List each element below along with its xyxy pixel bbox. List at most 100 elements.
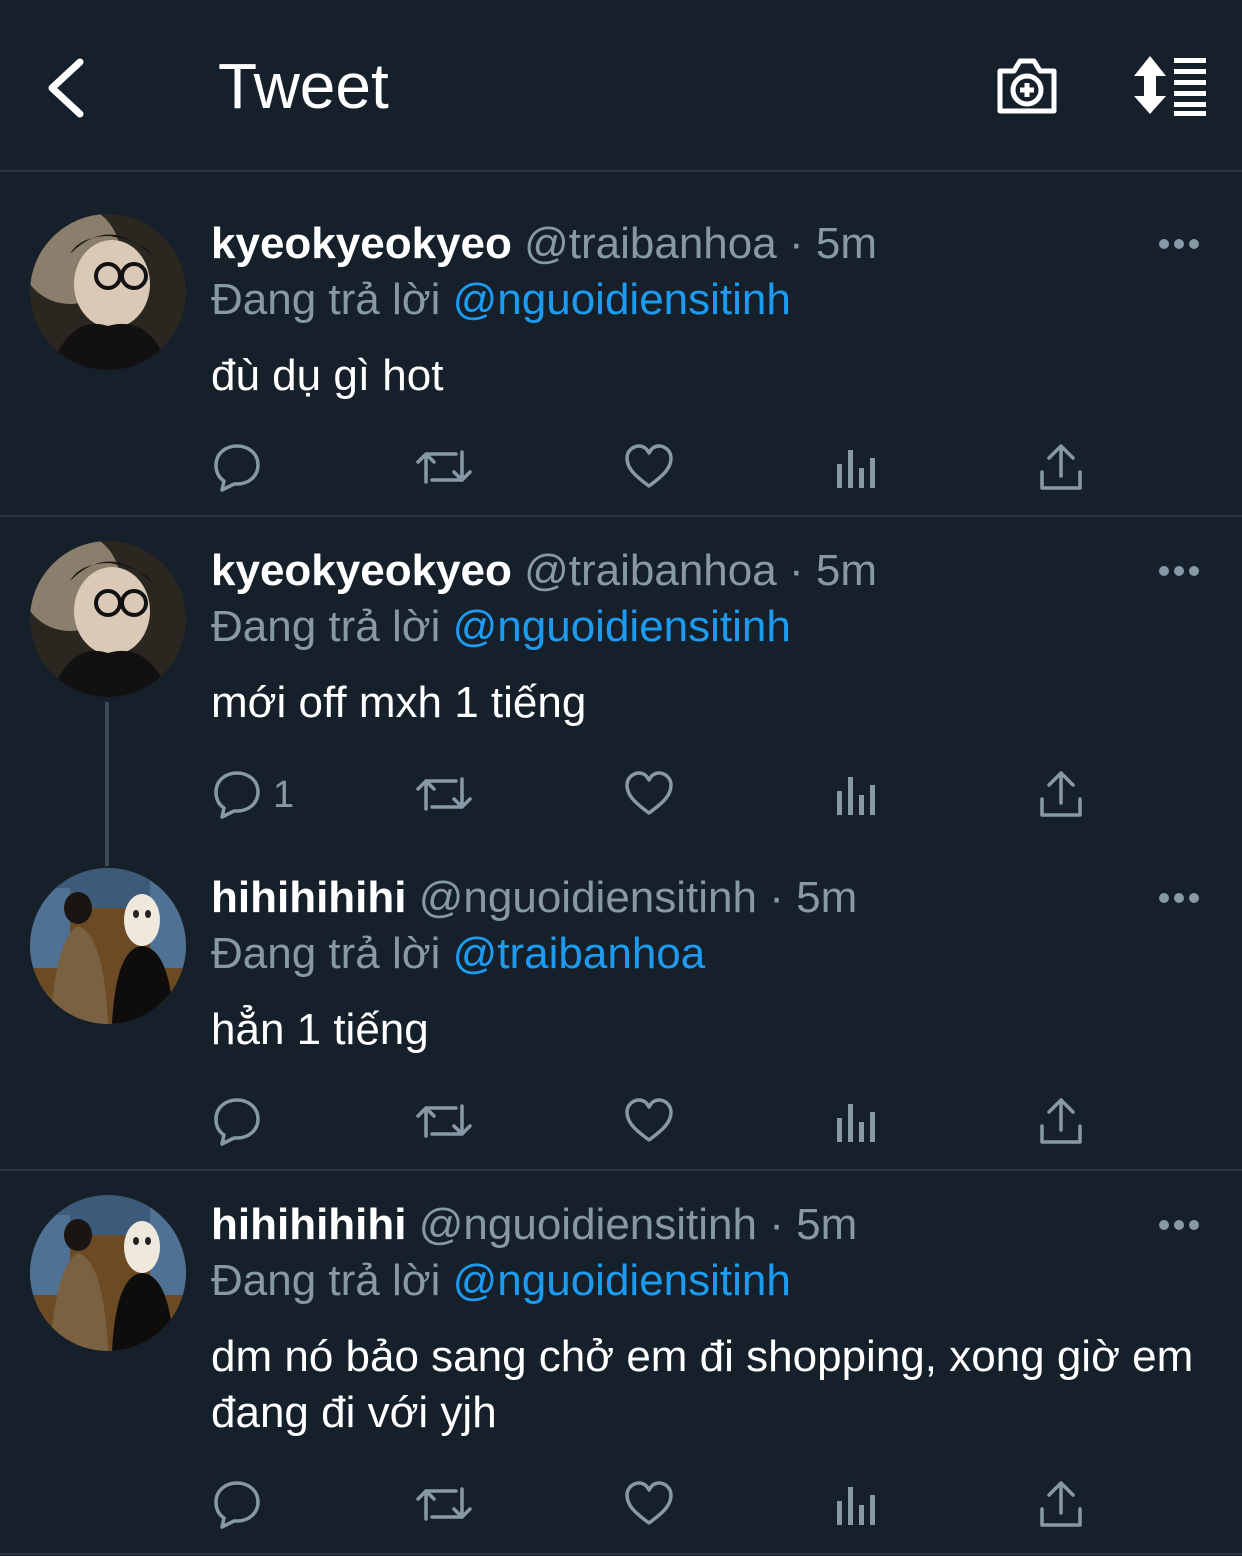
heart-icon <box>625 1481 673 1525</box>
reply-icon <box>214 771 260 819</box>
display-name[interactable]: kyeokyeokyeo <box>211 546 512 595</box>
replying-to-label: Đang trả lời <box>211 1256 441 1305</box>
retweet-icon <box>416 777 472 811</box>
back-arrow-icon[interactable] <box>42 56 90 120</box>
reply-icon <box>214 444 260 492</box>
camera-add-icon[interactable] <box>994 55 1060 117</box>
analytics-button[interactable] <box>834 1096 878 1148</box>
analytics-bar-icon <box>837 1487 875 1525</box>
replying-to-handle[interactable]: @nguoidiensitinh <box>453 275 791 324</box>
replying-to-handle[interactable]: @traibanhoa <box>453 929 706 978</box>
avatar-photo-glasses-person <box>30 214 186 370</box>
avatar[interactable] <box>30 214 186 370</box>
separator-dot: · <box>769 1200 784 1249</box>
separator-dot: · <box>769 873 784 922</box>
replying-to: Đang trả lời @traibanhoa <box>211 926 705 982</box>
replying-to-label: Đang trả lời <box>211 275 441 324</box>
more-options-icon[interactable] <box>1158 1219 1200 1231</box>
analytics-bar-icon <box>837 450 875 488</box>
timestamp: 5m <box>796 1200 858 1249</box>
tweet-header: hihihihihi @nguoidiensitinh · 5m <box>211 870 857 926</box>
separator-dot: · <box>788 546 804 595</box>
reply-button[interactable] <box>212 769 262 821</box>
avatar[interactable] <box>30 1195 186 1351</box>
avatar-photo-no-face-figure <box>30 868 186 1024</box>
replying-to-label: Đang trả lời <box>211 602 441 651</box>
reply-button[interactable] <box>212 442 262 494</box>
avatar-photo-glasses-person <box>30 541 186 697</box>
user-handle[interactable]: @nguoidiensitinh <box>419 873 757 922</box>
tweet-text: mới off mxh 1 tiếng <box>211 678 587 727</box>
retweet-icon <box>416 1487 472 1521</box>
reply-count: 1 <box>273 774 295 816</box>
tweet-text: dm nó bảo sang chở em đi shopping, xong … <box>211 1332 1194 1437</box>
heart-icon <box>625 444 673 488</box>
share-upload-icon <box>1040 1481 1082 1527</box>
more-options-icon[interactable] <box>1158 565 1200 577</box>
share-upload-icon <box>1040 1098 1082 1144</box>
heart-icon <box>625 1098 673 1142</box>
page-title: Tweet <box>218 50 389 122</box>
replying-to: Đang trả lời @nguoidiensitinh <box>211 272 791 328</box>
retweet-button[interactable] <box>416 1479 472 1531</box>
analytics-button[interactable] <box>834 442 878 494</box>
user-handle[interactable]: @nguoidiensitinh <box>419 1200 757 1249</box>
sort-timeline-icon[interactable] <box>1130 56 1210 116</box>
tweet[interactable]: hihihihihi @nguoidiensitinh · 5m Đang tr… <box>0 844 1242 1169</box>
like-button[interactable] <box>624 442 674 494</box>
top-bar: Tweet <box>0 0 1242 172</box>
analytics-bar-icon <box>837 777 875 815</box>
tweet-actions <box>0 1479 1242 1535</box>
tweet-text: đù dụ gì hot <box>211 351 444 400</box>
tweet-actions: 1 <box>0 769 1242 825</box>
replying-to-label: Đang trả lời <box>211 929 441 978</box>
reply-icon <box>214 1481 260 1529</box>
more-options-icon[interactable] <box>1158 238 1200 250</box>
separator-dot: · <box>788 219 804 268</box>
heart-icon <box>625 771 673 815</box>
retweet-icon <box>416 450 472 484</box>
retweet-button[interactable] <box>416 769 472 821</box>
avatar-photo-no-face-figure <box>30 1195 186 1351</box>
tweet-header: kyeokyeokyeo @traibanhoa · 5m <box>211 216 877 272</box>
like-button[interactable] <box>624 769 674 821</box>
share-button[interactable] <box>1038 1096 1084 1148</box>
reply-button[interactable] <box>212 1096 262 1148</box>
more-options-icon[interactable] <box>1158 892 1200 904</box>
tweet-text: hẳn 1 tiếng <box>211 1005 429 1054</box>
tweet-header: kyeokyeokyeo @traibanhoa · 5m <box>211 543 877 599</box>
tweet[interactable]: kyeokyeokyeo @traibanhoa · 5m Đang trả l… <box>0 172 1242 516</box>
tweet-actions <box>0 1096 1242 1152</box>
analytics-button[interactable] <box>834 769 878 821</box>
replying-to-handle[interactable]: @nguoidiensitinh <box>453 602 791 651</box>
display-name[interactable]: kyeokyeokyeo <box>211 219 512 268</box>
replying-to-handle[interactable]: @nguoidiensitinh <box>453 1256 791 1305</box>
analytics-bar-icon <box>837 1104 875 1142</box>
timestamp: 5m <box>796 873 858 922</box>
display-name[interactable]: hihihihihi <box>211 873 407 922</box>
like-button[interactable] <box>624 1096 674 1148</box>
analytics-button[interactable] <box>834 1479 878 1531</box>
tweet[interactable]: hihihihihi @nguoidiensitinh · 5m Đang tr… <box>0 1171 1242 1554</box>
share-button[interactable] <box>1038 769 1084 821</box>
tweet-header: hihihihihi @nguoidiensitinh · 5m <box>211 1197 857 1253</box>
share-upload-icon <box>1040 444 1082 490</box>
share-button[interactable] <box>1038 442 1084 494</box>
reply-button[interactable] <box>212 1479 262 1531</box>
user-handle[interactable]: @traibanhoa <box>524 219 777 268</box>
share-button[interactable] <box>1038 1479 1084 1531</box>
like-button[interactable] <box>624 1479 674 1531</box>
share-upload-icon <box>1040 771 1082 817</box>
replying-to: Đang trả lời @nguoidiensitinh <box>211 599 791 655</box>
tweet[interactable]: kyeokyeokyeo @traibanhoa · 5m Đang trả l… <box>0 517 1242 843</box>
timestamp: 5m <box>815 546 877 595</box>
avatar[interactable] <box>30 868 186 1024</box>
avatar[interactable] <box>30 541 186 697</box>
tweet-divider <box>0 1553 1242 1555</box>
retweet-button[interactable] <box>416 1096 472 1148</box>
retweet-icon <box>416 1104 472 1138</box>
retweet-button[interactable] <box>416 442 472 494</box>
display-name[interactable]: hihihihihi <box>211 1200 407 1249</box>
user-handle[interactable]: @traibanhoa <box>524 546 777 595</box>
reply-icon <box>214 1098 260 1146</box>
